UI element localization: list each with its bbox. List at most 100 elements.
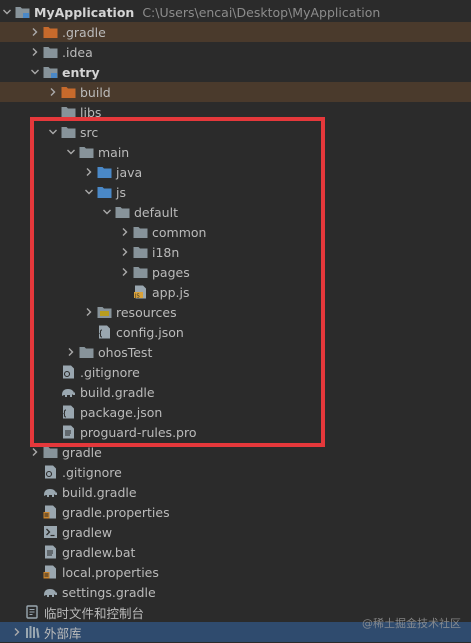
tree-row-pages[interactable]: pages: [0, 262, 471, 282]
tree-row-idea[interactable]: .idea: [0, 42, 471, 62]
tree-row-app-js[interactable]: JS app.js: [0, 282, 471, 302]
tree-row-settings-gradle[interactable]: settings.gradle: [0, 582, 471, 602]
tree-row-i18n[interactable]: i18n: [0, 242, 471, 262]
tree-row-gradle[interactable]: gradle: [0, 442, 471, 462]
folder-blue-icon: [96, 162, 112, 182]
properties-file-icon: [42, 562, 58, 582]
tree-row-ohostest[interactable]: ohosTest: [0, 342, 471, 362]
tree-row-main[interactable]: main: [0, 142, 471, 162]
chevron-right-icon[interactable]: [118, 242, 132, 262]
json-file-icon: [60, 402, 76, 422]
chevron-right-icon[interactable]: [28, 22, 42, 42]
tree-row-gradle[interactable]: .gradle: [0, 22, 471, 42]
tree-row-build-gradle[interactable]: build.gradle: [0, 382, 471, 402]
folder-icon: [78, 342, 94, 362]
tree-row-label: .gitignore: [62, 464, 122, 480]
chevron-right-icon[interactable]: [64, 342, 78, 362]
tree-row-label: local.properties: [62, 564, 159, 580]
tree-row-label: main: [98, 144, 130, 160]
tree-row-gradle-properties[interactable]: gradle.properties: [0, 502, 471, 522]
chevron-right-icon[interactable]: [28, 442, 42, 462]
chevron-right-icon[interactable]: [28, 42, 42, 62]
arrow-spacer: [28, 562, 42, 582]
scratches-icon: [24, 602, 40, 622]
arrow-spacer: [46, 422, 60, 442]
tree-row-label: .gitignore: [80, 364, 140, 380]
chevron-right-icon[interactable]: [118, 222, 132, 242]
folder-icon: [78, 142, 94, 162]
tree-row-gradlew-bat[interactable]: gradlew.bat: [0, 542, 471, 562]
chevron-right-icon[interactable]: [118, 262, 132, 282]
tree-row-gradlew[interactable]: gradlew: [0, 522, 471, 542]
tree-row-gitignore[interactable]: .gitignore: [0, 362, 471, 382]
arrow-spacer: [28, 482, 42, 502]
js-file-icon: JS: [132, 282, 148, 302]
json-file-icon: [96, 322, 112, 342]
tree-row-label: common: [152, 224, 207, 240]
watermark: @稀土掘金技术社区: [362, 617, 461, 630]
chevron-down-icon[interactable]: [28, 62, 42, 82]
tree-row-label: ohosTest: [98, 344, 153, 360]
chevron-down-icon[interactable]: [82, 182, 96, 202]
text-file-icon: [60, 422, 76, 442]
tree-row-label: build: [80, 84, 111, 100]
tree-row-java[interactable]: java: [0, 162, 471, 182]
tree-row-entry[interactable]: entry: [0, 62, 471, 82]
tree-row-libs[interactable]: libs: [0, 102, 471, 122]
gradle-elephant-icon: [60, 382, 76, 402]
tree-row-label: 临时文件和控制台: [44, 605, 145, 621]
library-icon: [24, 622, 40, 642]
gitignore-file-icon: [42, 462, 58, 482]
chevron-down-icon[interactable]: [64, 142, 78, 162]
tree-row-common[interactable]: common: [0, 222, 471, 242]
tree-row-gitignore[interactable]: .gitignore: [0, 462, 471, 482]
tree-row-build[interactable]: build: [0, 82, 471, 102]
tree-root-path: C:\Users\encai\Desktop\MyApplication: [142, 4, 381, 20]
folder-icon: [114, 202, 130, 222]
tree-root-label: MyApplication: [34, 4, 135, 20]
tree-row-label: build.gradle: [80, 384, 155, 400]
tree-row-label: gradlew: [62, 524, 113, 540]
tree-root-row[interactable]: MyApplication C:\Users\encai\Desktop\MyA…: [0, 2, 471, 22]
folder-icon: [132, 222, 148, 242]
arrow-spacer: [28, 522, 42, 542]
tree-row-src[interactable]: src: [0, 122, 471, 142]
tree-row-label: gradle.properties: [62, 504, 170, 520]
tree-row-label: .idea: [62, 44, 93, 60]
chevron-down-icon[interactable]: [46, 122, 60, 142]
gitignore-file-icon: [60, 362, 76, 382]
arrow-spacer: [10, 602, 24, 622]
folder-orange-icon: [60, 82, 76, 102]
chevron-down-icon[interactable]: [0, 2, 14, 22]
tree-row-label: js: [116, 184, 126, 200]
tree-row-js[interactable]: js: [0, 182, 471, 202]
chevron-right-icon[interactable]: [82, 162, 96, 182]
tree-row-label: libs: [80, 104, 102, 120]
tree-row-label: java: [116, 164, 143, 180]
folder-icon: [60, 122, 76, 142]
chevron-down-icon[interactable]: [100, 202, 114, 222]
arrow-spacer: [46, 362, 60, 382]
tree-row-config-json[interactable]: config.json: [0, 322, 471, 342]
shell-file-icon: [42, 522, 58, 542]
tree-row-build-gradle[interactable]: build.gradle: [0, 482, 471, 502]
folder-blue-icon: [96, 182, 112, 202]
tree-row-label: gradlew.bat: [62, 544, 136, 560]
chevron-right-icon[interactable]: [82, 302, 96, 322]
resources-folder-icon: [96, 302, 112, 322]
tree-row-local-properties[interactable]: local.properties: [0, 562, 471, 582]
tree-row-label: 外部库: [44, 625, 82, 641]
module-folder-icon: [14, 2, 30, 22]
text-file-icon: [42, 542, 58, 562]
arrow-spacer: [28, 542, 42, 562]
chevron-right-icon[interactable]: [10, 622, 24, 642]
arrow-spacer: [28, 462, 42, 482]
tree-row-package-json[interactable]: package.json: [0, 402, 471, 422]
tree-row-proguard-rules-pro[interactable]: proguard-rules.pro: [0, 422, 471, 442]
tree-row-label: app.js: [152, 284, 190, 300]
tree-row-resources[interactable]: resources: [0, 302, 471, 322]
chevron-right-icon[interactable]: [46, 82, 60, 102]
tree-row-label: settings.gradle: [62, 584, 156, 600]
folder-orange-icon: [42, 22, 58, 42]
tree-row-default[interactable]: default: [0, 202, 471, 222]
